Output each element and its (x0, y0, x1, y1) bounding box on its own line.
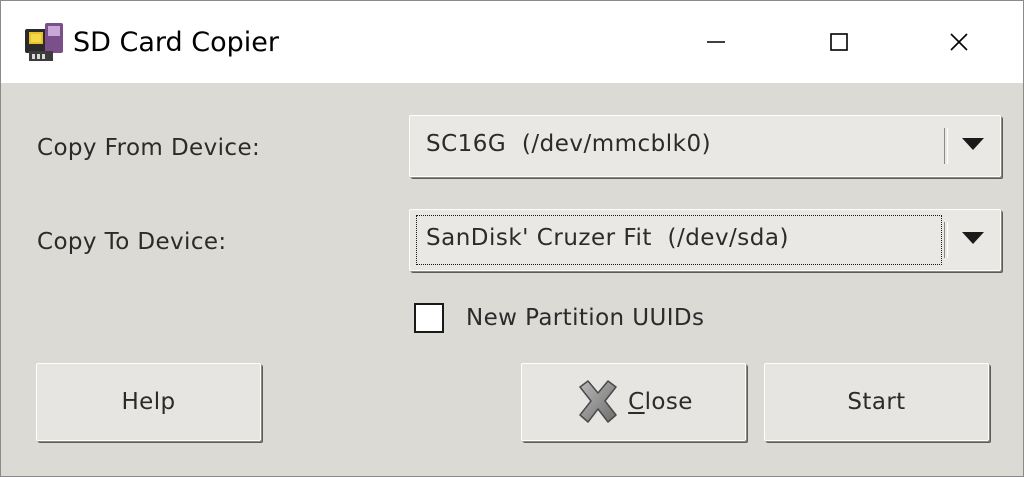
copy-to-device-select[interactable]: SanDisk' Cruzer Fit (/dev/sda) (409, 209, 1001, 271)
dropdown-arrow-icon (962, 232, 984, 244)
close-button-label: Close (628, 389, 693, 415)
close-button[interactable]: Close (521, 363, 746, 441)
title-bar[interactable]: SD Card Copier (1, 1, 1023, 83)
combo-separator (944, 222, 948, 258)
minimize-icon (707, 41, 725, 43)
copy-to-value: SanDisk' Cruzer Fit (/dev/sda) (426, 225, 789, 251)
copy-from-value: SC16G (/dev/mmcblk0) (426, 131, 712, 157)
maximize-icon (830, 33, 848, 51)
help-button-label: Help (121, 389, 176, 415)
new-partition-uuids-label[interactable]: New Partition UUIDs (466, 305, 704, 331)
new-partition-uuids-option[interactable]: New Partition UUIDs (414, 301, 704, 335)
copy-to-label: Copy To Device: (37, 229, 227, 255)
window-title: SD Card Copier (73, 27, 279, 58)
copy-from-device-select[interactable]: SC16G (/dev/mmcblk0) (409, 115, 1001, 177)
start-button[interactable]: Start (764, 363, 989, 441)
minimize-button[interactable] (686, 15, 746, 69)
dropdown-arrow-icon (962, 138, 984, 150)
combo-separator (944, 128, 948, 164)
copy-from-label: Copy From Device: (37, 135, 261, 161)
dialog-content: Copy From Device: SC16G (/dev/mmcblk0) C… (1, 83, 1023, 476)
close-x-icon (579, 380, 617, 423)
help-button[interactable]: Help (36, 363, 261, 441)
window-close-button[interactable] (929, 15, 989, 69)
new-partition-uuids-checkbox[interactable] (414, 303, 444, 333)
maximize-button[interactable] (809, 15, 869, 69)
sd-card-icon (25, 23, 63, 61)
sd-card-copier-window: SD Card Copier Copy From Device: SC16G (… (0, 0, 1024, 477)
close-icon (950, 33, 968, 51)
start-button-label: Start (847, 389, 906, 415)
